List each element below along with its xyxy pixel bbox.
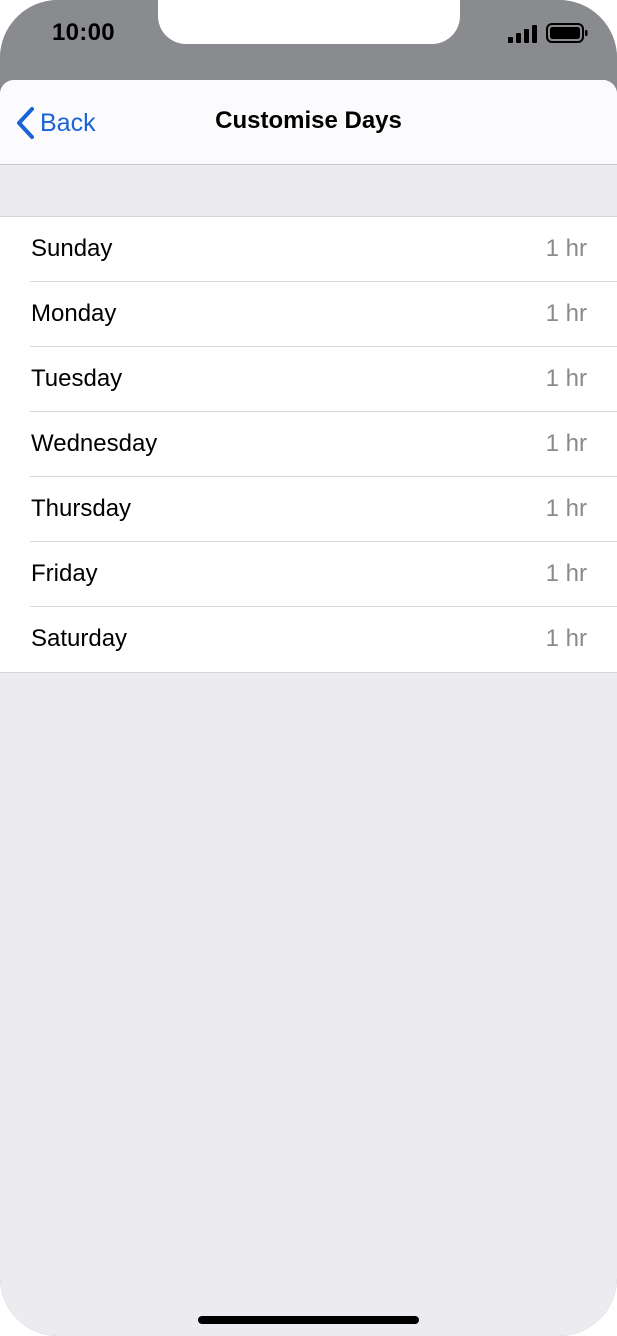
- day-duration: 1 hr: [545, 495, 587, 522]
- navigation-bar: Back Customise Days: [0, 80, 617, 165]
- list-item-wednesday[interactable]: Wednesday 1 hr: [0, 412, 617, 477]
- battery-icon: [546, 23, 588, 43]
- day-label: Thursday: [31, 495, 132, 522]
- page-title: Customise Days: [215, 107, 402, 134]
- day-label: Saturday: [31, 625, 128, 652]
- notch: [158, 0, 460, 44]
- day-label: Friday: [31, 560, 98, 587]
- day-duration: 1 hr: [545, 300, 587, 327]
- list-item-tuesday[interactable]: Tuesday 1 hr: [0, 347, 617, 412]
- modal-sheet: Back Customise Days Sunday 1 hr Monday 1…: [0, 80, 617, 1336]
- day-duration: 1 hr: [545, 625, 587, 652]
- phone-screen: 10:00 Back Customise Days Sunday 1 hr Mo…: [0, 0, 617, 1336]
- days-list: Sunday 1 hr Monday 1 hr Tuesday 1 hr Wed…: [0, 216, 617, 673]
- day-label: Tuesday: [31, 365, 123, 392]
- status-bar: 10:00: [0, 0, 617, 80]
- day-label: Wednesday: [31, 430, 158, 457]
- home-indicator[interactable]: [198, 1316, 419, 1324]
- day-duration: 1 hr: [545, 365, 587, 392]
- day-label: Sunday: [31, 235, 113, 262]
- day-duration: 1 hr: [545, 430, 587, 457]
- list-item-friday[interactable]: Friday 1 hr: [0, 542, 617, 607]
- list-item-thursday[interactable]: Thursday 1 hr: [0, 477, 617, 542]
- list-item-monday[interactable]: Monday 1 hr: [0, 282, 617, 347]
- cellular-signal-icon: [508, 25, 537, 43]
- status-time: 10:00: [52, 19, 115, 46]
- list-item-saturday[interactable]: Saturday 1 hr: [0, 607, 617, 672]
- list-item-sunday[interactable]: Sunday 1 hr: [0, 217, 617, 282]
- day-label: Monday: [31, 300, 117, 327]
- day-duration: 1 hr: [545, 560, 587, 587]
- day-duration: 1 hr: [545, 235, 587, 262]
